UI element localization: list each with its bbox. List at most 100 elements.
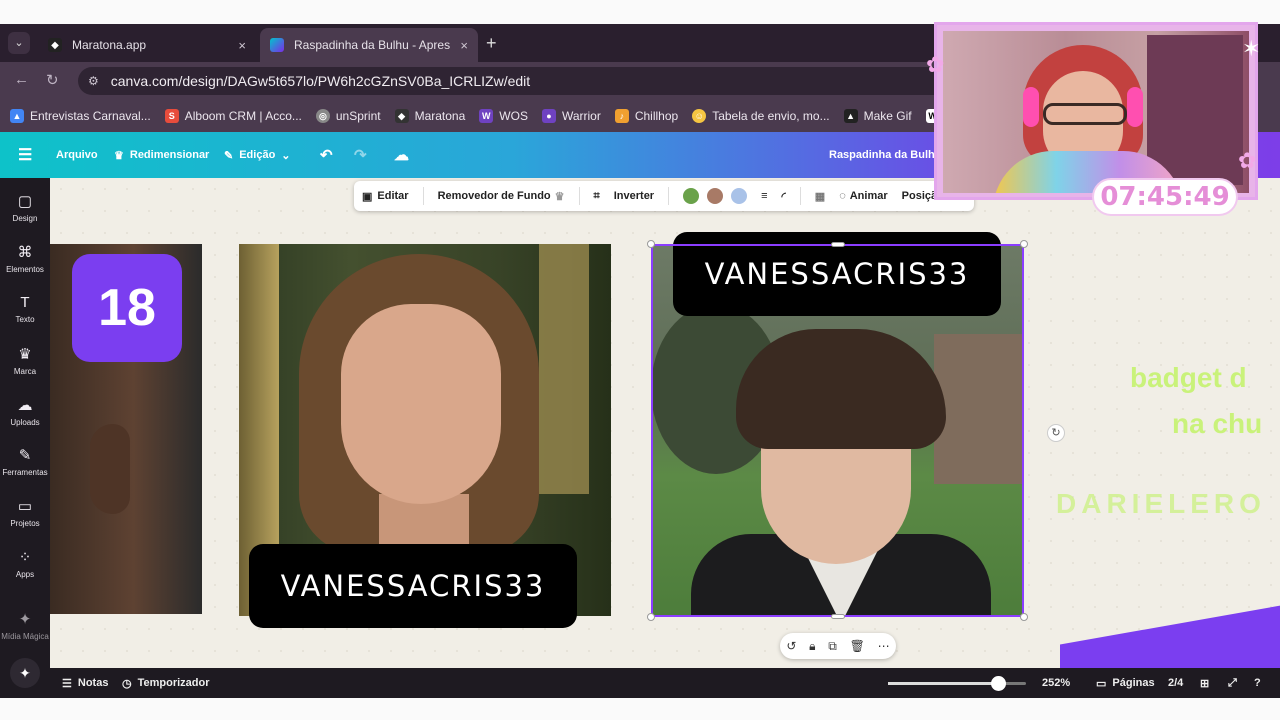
bookmark-item[interactable]: ♪ Chillhop: [614, 109, 678, 123]
bookmark-item[interactable]: S Alboom CRM | Acco...: [164, 109, 302, 123]
rail-apps[interactable]: ⁘ Apps: [0, 548, 50, 579]
bookmark-item[interactable]: W WOS: [479, 109, 528, 123]
maratona-favicon-icon: ◆: [48, 38, 62, 52]
tab-title: Raspadinha da Bulhu - Apresen: [294, 38, 451, 52]
tab-raspadinha[interactable]: Raspadinha da Bulhu - Apresen ×: [260, 28, 478, 62]
bookmark-icon: ▲: [10, 109, 24, 123]
zoom-slider-knob[interactable]: [991, 676, 1007, 691]
zoom-slider-fill: [888, 682, 999, 685]
url-text: canva.com/design/DAGw5t657lo/PW6h2cGZnSV…: [110, 73, 531, 89]
bg-remover-button[interactable]: Removedor de Fundo ♛: [438, 190, 565, 203]
flip-button[interactable]: Inverter: [614, 190, 654, 202]
design-icon: ▢: [17, 193, 33, 210]
bookmark-icon: ◎: [315, 109, 330, 123]
animate-button[interactable]: ◌ Animar: [839, 190, 887, 202]
transparency-icon[interactable]: ▦: [815, 190, 825, 203]
color-swatch[interactable]: [707, 188, 724, 204]
divider: [799, 187, 801, 205]
url-omnibox[interactable]: ⚙ canva.com/design/DAGw5t657lo/PW6h2cGZn…: [78, 67, 958, 95]
bookmark-item[interactable]: ☺ Tabela de envio, mo...: [692, 109, 830, 123]
help-icon[interactable]: ?: [1254, 668, 1261, 698]
pages-button[interactable]: ▭ Páginas: [1096, 668, 1155, 698]
rail-design[interactable]: ▢ Design: [0, 192, 50, 223]
rail-tools[interactable]: ✎ Ferramentas: [0, 446, 50, 477]
side-text-line[interactable]: badget d: [1130, 362, 1247, 394]
page-count[interactable]: 2/4: [1168, 668, 1183, 698]
menu-hamburger-icon[interactable]: ☰: [18, 132, 32, 178]
resize-handle[interactable]: [831, 242, 845, 247]
photo-detail: [1127, 87, 1143, 127]
border-style-icon[interactable]: ≡: [761, 190, 767, 202]
zoom-value[interactable]: 252%: [1042, 668, 1070, 698]
close-tab-icon[interactable]: ×: [238, 38, 246, 53]
cloud-sync-icon[interactable]: ☁: [394, 132, 409, 178]
menu-resize[interactable]: ♛ Redimensionar: [114, 132, 209, 178]
rotate-icon[interactable]: ↻: [1047, 424, 1065, 442]
corner-rounding-icon[interactable]: ◜: [782, 190, 786, 203]
bookmark-icon: W: [479, 109, 494, 123]
rail-magic-media[interactable]: ✦ Mídia Mágica: [0, 610, 50, 641]
document-title[interactable]: Raspadinha da Bulhu: [829, 132, 941, 178]
bookmark-item[interactable]: ● Warrior: [541, 109, 601, 123]
rail-elements[interactable]: ⌘ Elementos: [0, 243, 50, 274]
bookmark-icon: ♪: [614, 109, 629, 123]
comment-icon[interactable]: ↺: [786, 639, 796, 653]
tools-icon: ✎: [18, 447, 32, 464]
photo-detail: [1147, 35, 1243, 185]
menu-file[interactable]: Arquivo: [56, 132, 98, 178]
color-swatch[interactable]: [731, 188, 748, 204]
more-options-icon[interactable]: ⋯: [878, 639, 890, 653]
magic-sparkle-icon[interactable]: ✦: [10, 658, 40, 688]
bookmark-icon: ●: [541, 109, 556, 123]
redo-icon[interactable]: ↷: [354, 132, 367, 178]
resize-handle[interactable]: [831, 614, 845, 619]
close-tab-icon[interactable]: ×: [460, 38, 468, 53]
bookmark-item[interactable]: ▲ Make Gif: [843, 109, 912, 123]
menu-edit-mode[interactable]: ✎ Edição ⌄: [224, 132, 291, 178]
side-text-line[interactable]: na chu: [1172, 408, 1262, 440]
color-swatch[interactable]: [683, 188, 700, 204]
undo-icon[interactable]: ↶: [320, 132, 333, 178]
divider: [422, 187, 424, 205]
stopwatch-icon: ◷: [122, 677, 132, 690]
fullscreen-icon[interactable]: ⤢: [1228, 668, 1237, 698]
timer-button[interactable]: ◷ Temporizador: [122, 668, 210, 698]
site-info-icon[interactable]: ⚙: [88, 74, 99, 88]
webcam-feed: [943, 31, 1249, 193]
number-badge[interactable]: 18: [72, 254, 182, 362]
rail-uploads[interactable]: ☁ Uploads: [0, 396, 50, 427]
magic-media-icon: ✦: [18, 611, 32, 628]
rail-text[interactable]: T Texto: [0, 294, 50, 324]
notes-icon: ☰: [62, 677, 72, 690]
photo-detail: [90, 424, 130, 514]
tab-maratona[interactable]: ◆ Maratona.app ×: [38, 28, 256, 62]
tab-search-dropdown-icon[interactable]: ⌄: [8, 32, 30, 54]
resize-handle[interactable]: [1020, 240, 1028, 248]
edit-button[interactable]: ▣ Editar: [362, 190, 409, 203]
bookmark-item[interactable]: ◆ Maratona: [394, 109, 465, 123]
rail-brand[interactable]: ♛ Marca: [0, 345, 50, 376]
design-canvas[interactable]: 18 VANESSACRIS33 VANESSACRIS33 ↻ badget …: [50, 178, 1280, 668]
name-label-middle[interactable]: VANESSACRIS33: [249, 544, 577, 628]
element-toolbar: ▣ Editar Removedor de Fundo ♛ ⌗ Inverter ≡…: [354, 181, 974, 211]
grid-view-icon[interactable]: ⊞: [1200, 668, 1209, 698]
bookmark-item[interactable]: ◎ unSprint: [315, 109, 381, 123]
zoom-slider[interactable]: [888, 676, 1026, 691]
delete-icon[interactable]: 🗑︎: [850, 639, 865, 653]
back-arrow-icon[interactable]: ←: [14, 71, 29, 88]
side-text-line[interactable]: DARIELERO: [1056, 488, 1266, 520]
photo-detail: [341, 304, 501, 504]
lock-icon[interactable]: 🔒︎: [809, 639, 815, 654]
reload-icon[interactable]: ↻: [46, 71, 59, 89]
notes-button[interactable]: ☰ Notas: [62, 668, 108, 698]
bookmark-item[interactable]: ▲ Entrevistas Carnaval...: [10, 109, 151, 123]
crop-icon[interactable]: ⌗: [594, 190, 600, 203]
resize-handle[interactable]: [1020, 613, 1028, 621]
duplicate-icon[interactable]: ⧉: [828, 639, 837, 654]
bookmark-icon: ▲: [843, 109, 858, 123]
resize-handle[interactable]: [647, 613, 655, 621]
new-tab-button[interactable]: +: [486, 32, 497, 54]
resize-handle[interactable]: [647, 240, 655, 248]
edit-image-icon: ▣: [362, 190, 373, 203]
rail-projects[interactable]: ▭ Projetos: [0, 497, 50, 528]
